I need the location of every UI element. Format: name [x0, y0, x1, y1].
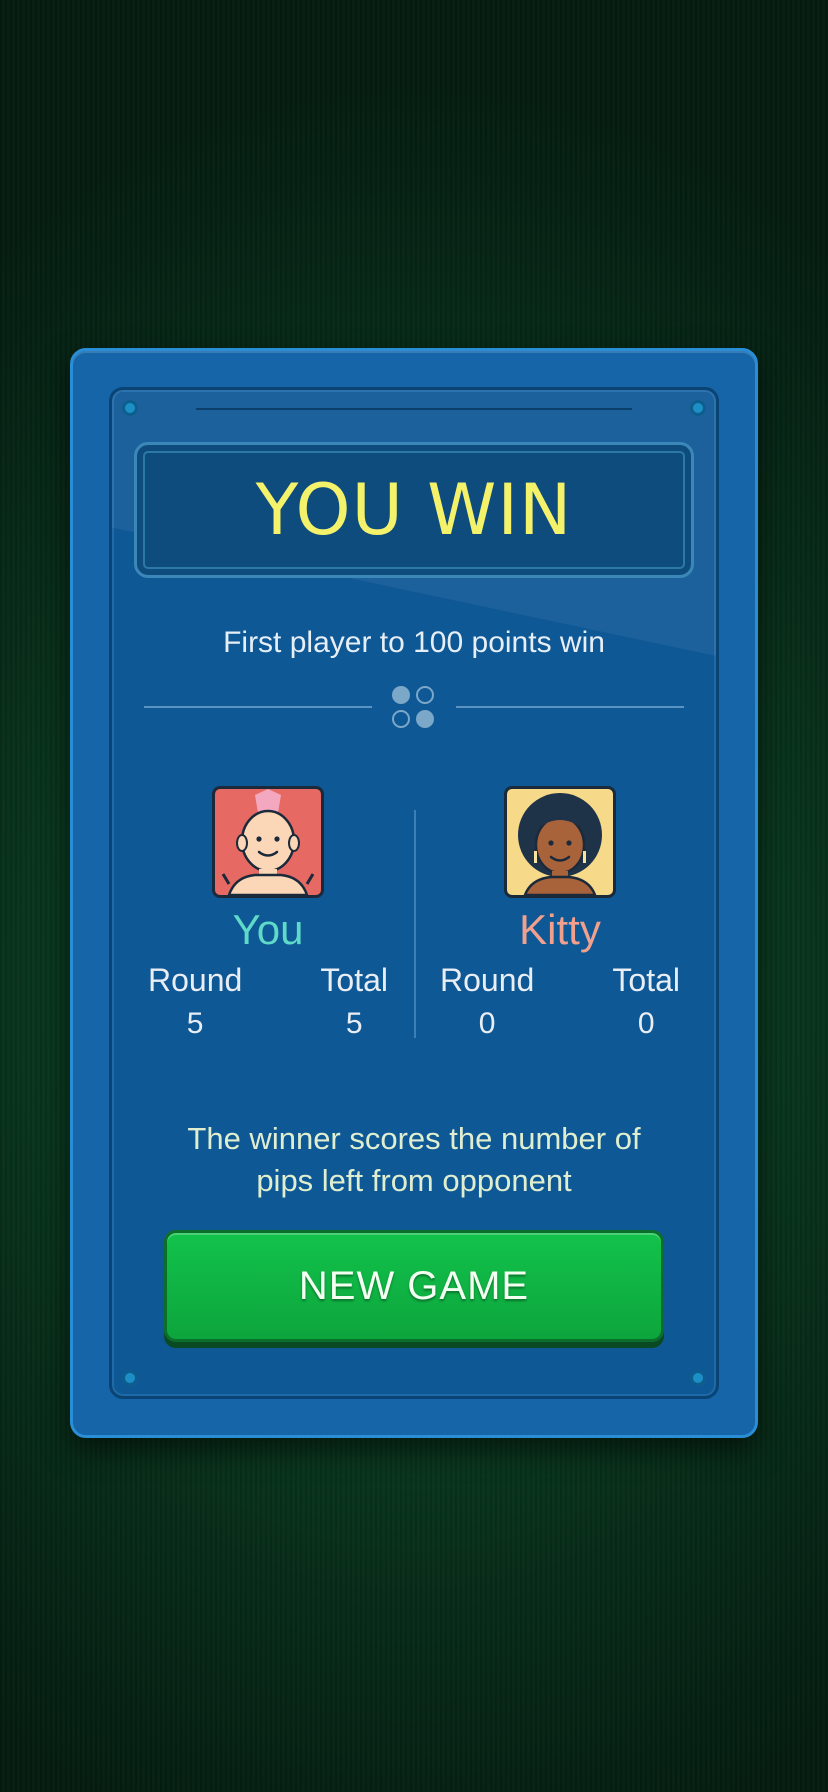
player-you: You Round 5 Total 5 — [138, 786, 398, 1041]
top-rule — [196, 408, 632, 410]
avatar-you — [212, 786, 324, 898]
stats-you: Round 5 Total 5 — [138, 962, 398, 1041]
stats-kitty: Round 0 Total 0 — [430, 962, 690, 1041]
divider-left — [144, 706, 372, 708]
domino-dots-icon — [392, 686, 436, 730]
punk-avatar-icon — [221, 789, 315, 895]
player-kitty: Kitty Round 0 Total 0 — [430, 786, 690, 1041]
new-game-button[interactable]: NEW GAME — [164, 1230, 664, 1342]
rivet-top-right — [690, 400, 706, 416]
total-label: Total — [612, 962, 680, 998]
round-label: Round — [148, 962, 243, 998]
title-plate: YOU WIN — [134, 442, 694, 578]
divider-right — [456, 706, 684, 708]
round-value: 5 — [186, 1007, 204, 1040]
round-label: Round — [440, 962, 535, 998]
dialog-inner-frame: YOU WIN First player to 100 points win Y… — [109, 387, 719, 1399]
game-over-dialog: YOU WIN First player to 100 points win Y… — [70, 348, 758, 1438]
rivet-bottom-right — [690, 1370, 706, 1386]
total-label: Total — [320, 962, 388, 998]
player-name-kitty: Kitty — [519, 906, 601, 953]
total-value: 5 — [345, 1007, 363, 1040]
result-title: YOU WIN — [255, 469, 573, 551]
avatar-kitty — [504, 786, 616, 898]
players-separator — [414, 810, 416, 1038]
total-value: 0 — [637, 1007, 655, 1040]
rivet-bottom-left — [122, 1370, 138, 1386]
player-name-you: You — [232, 906, 304, 953]
rivet-top-left — [122, 400, 138, 416]
woman-avatar-icon — [518, 793, 602, 895]
scoring-note: The winner scores the number of pips lef… — [187, 1121, 641, 1198]
rule-subtitle: First player to 100 points win — [223, 626, 605, 659]
round-value: 0 — [478, 1007, 496, 1040]
